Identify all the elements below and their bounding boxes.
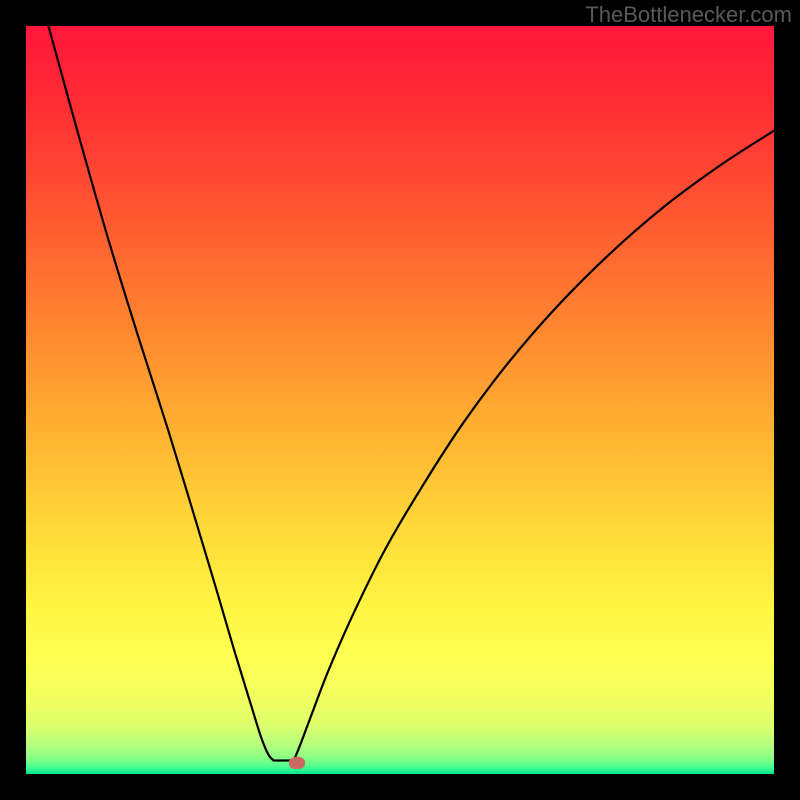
watermark-text: TheBottlenecker.com: [585, 2, 792, 28]
optimal-marker: [289, 757, 305, 769]
plot-area: [26, 26, 774, 774]
bottleneck-curve: [26, 26, 774, 774]
